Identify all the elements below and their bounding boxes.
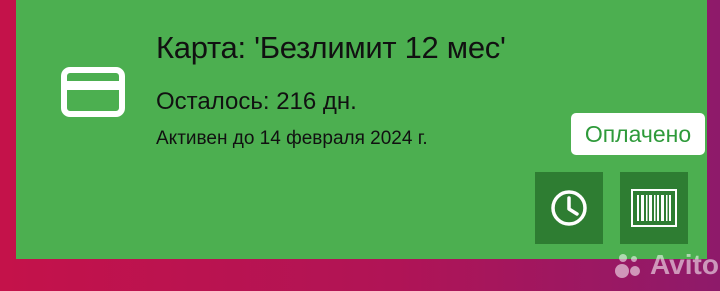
subscription-card[interactable]: Карта: 'Безлимит 12 мес' Осталось: 216 д… <box>16 0 707 259</box>
clock-icon <box>551 190 587 226</box>
status-badge: Оплачено <box>571 113 705 155</box>
card-title: Карта: 'Безлимит 12 мес' <box>156 30 506 65</box>
barcode-button[interactable] <box>620 172 688 244</box>
remaining-days: Осталось: 216 дн. <box>156 88 357 115</box>
watermark-text: Avito <box>650 249 719 280</box>
credit-card-icon <box>61 67 125 117</box>
barcode-icon <box>631 189 677 227</box>
history-button[interactable] <box>535 172 603 244</box>
avito-logo-icon <box>615 254 640 278</box>
active-until-date: Активен до 14 февраля 2024 г. <box>156 128 428 149</box>
avito-watermark: Avito <box>614 249 719 281</box>
